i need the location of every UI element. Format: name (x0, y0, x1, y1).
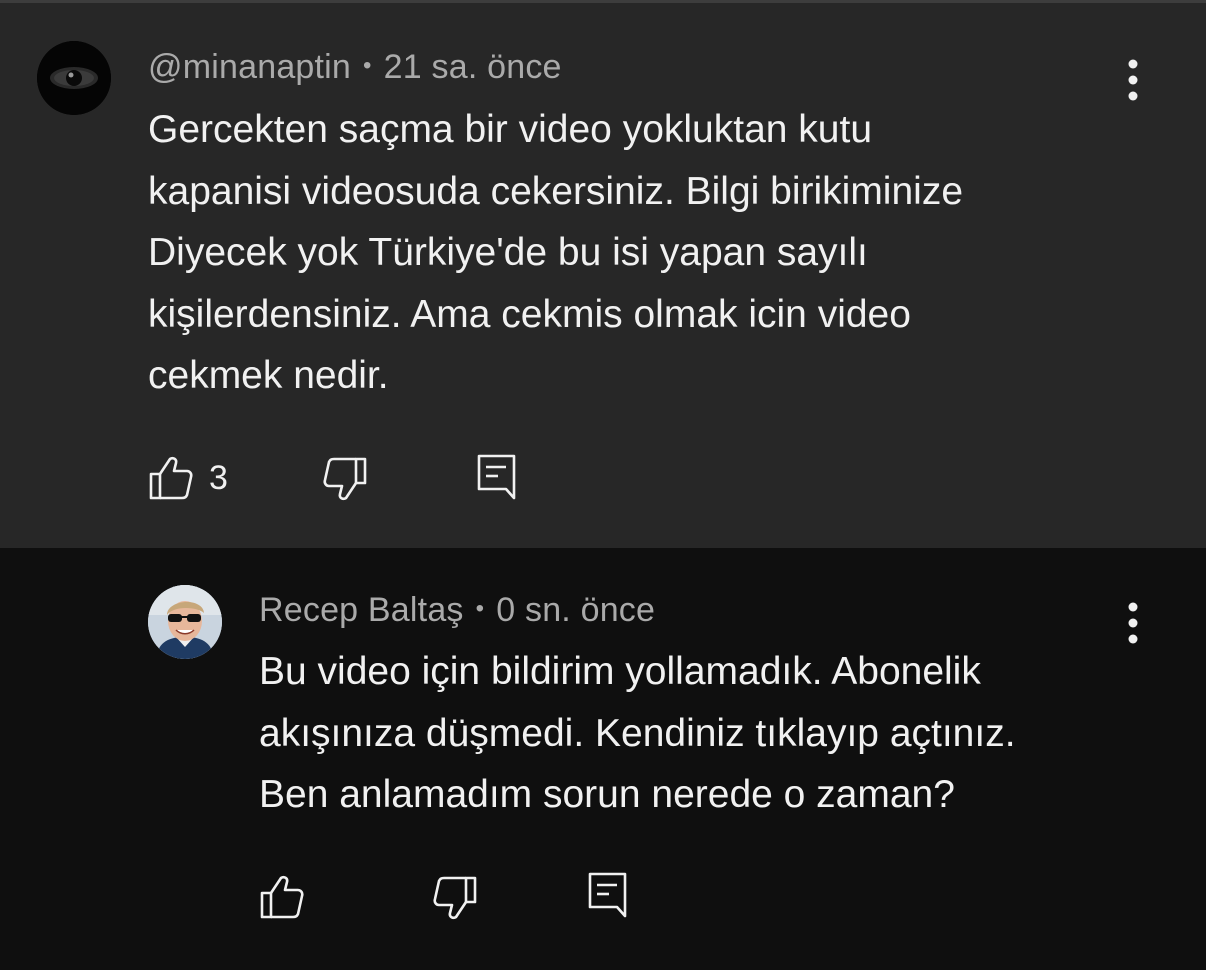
username[interactable]: Recep Baltaş (259, 591, 464, 629)
kebab-menu-icon (1128, 602, 1138, 644)
reply-comment-icon (477, 454, 516, 500)
like-button[interactable] (146, 453, 196, 508)
more-options-button[interactable] (1113, 594, 1153, 650)
comment-line: kapanisi videosuda cekersiniz. Bilgi bir… (148, 169, 964, 213)
thumbs-up-icon (260, 875, 304, 919)
thumbs-down-icon (433, 876, 477, 920)
comment-line: Ben anlamadım sorun nerede o zaman? (259, 773, 955, 816)
comment-line: akışınıza düşmedi. Kendiniz tıklayıp açt… (259, 711, 1016, 755)
comment-meta: @minanaptin • 21 sa. önce (148, 48, 562, 87)
reply-button[interactable] (585, 870, 631, 925)
comment-reply: Recep Baltaş • 0 sn. önce Bu video için bi… (0, 548, 1206, 970)
comment-highlighted: @minanaptin • 21 sa. önce Gercekten saçma … (0, 0, 1206, 548)
timestamp[interactable]: 21 sa. önce (384, 48, 562, 86)
thumbs-up-icon (149, 456, 193, 500)
more-options-button[interactable] (1113, 52, 1153, 108)
timestamp[interactable]: 0 sn. önce (496, 591, 655, 629)
avatar[interactable] (37, 41, 111, 115)
comment-meta: Recep Baltaş • 0 sn. önce (259, 591, 655, 630)
person-with-sunglasses-photo (148, 585, 222, 659)
like-count: 3 (209, 459, 228, 497)
separator-dot: • (363, 52, 372, 79)
comment-line: Gercekten saçma bir video yokluktan kutu (148, 108, 873, 151)
eye-icon (37, 41, 111, 115)
kebab-menu-icon (1128, 59, 1138, 101)
comment-line: cekmek nedir. (148, 354, 389, 397)
comment-line: Bu video için bildirim yollamadık. Abone… (259, 650, 981, 693)
like-button[interactable] (257, 872, 307, 927)
separator-dot: • (475, 595, 485, 622)
comment-line: Diyecek yok Türkiye'de bu isi yapan sayı… (148, 231, 868, 274)
username[interactable]: @minanaptin (148, 48, 351, 86)
comment-text: Gercekten saçma bir video yokluktan kutu… (148, 99, 963, 407)
dislike-button[interactable] (320, 453, 370, 508)
thumbs-down-icon (323, 457, 367, 501)
comment-line: kişilerdensiniz. Ama cekmis olmak icin v… (148, 292, 911, 336)
reply-comment-icon (588, 872, 627, 918)
dislike-button[interactable] (430, 872, 480, 927)
comment-text: Bu video için bildirim yollamadık. Abone… (259, 641, 1016, 826)
reply-button[interactable] (474, 452, 520, 507)
avatar[interactable] (148, 585, 222, 659)
